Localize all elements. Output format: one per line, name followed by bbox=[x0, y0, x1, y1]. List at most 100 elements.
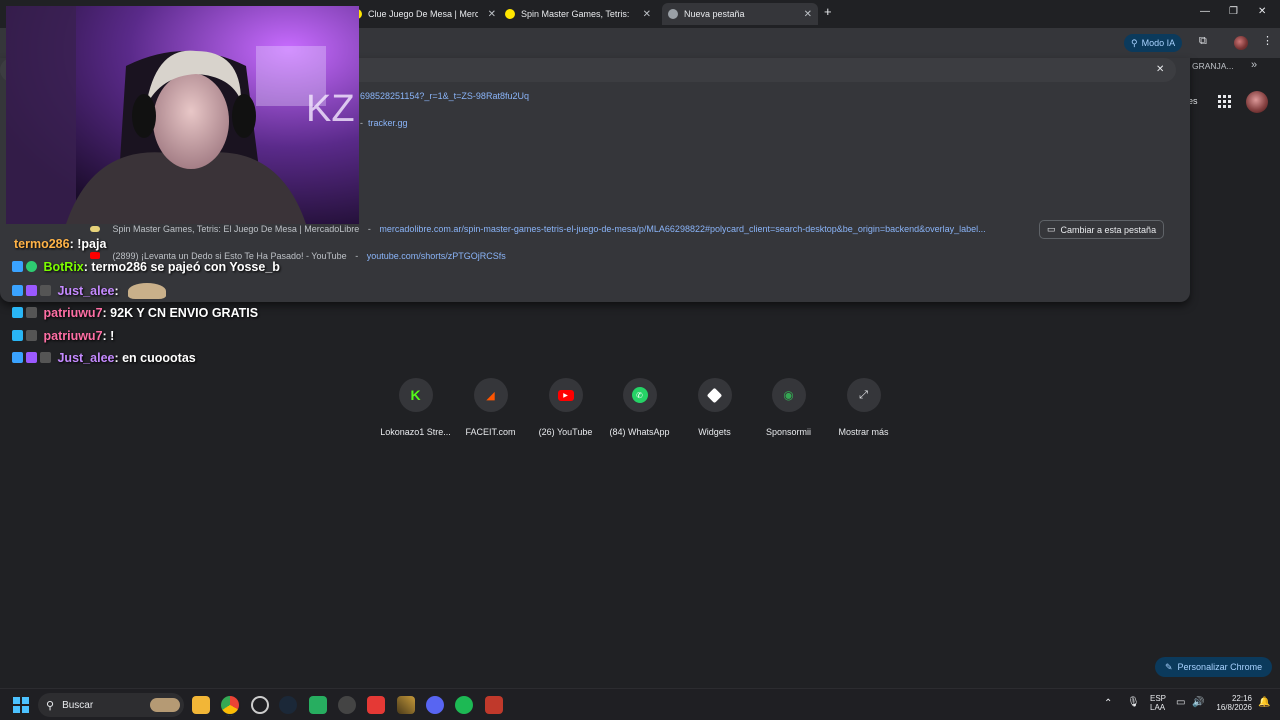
shortcut-label: Sponsormii bbox=[765, 427, 812, 437]
sheets-icon[interactable] bbox=[309, 696, 327, 714]
clear-icon[interactable]: ✕ bbox=[1156, 64, 1164, 75]
gamepad-badge-icon bbox=[26, 307, 37, 318]
search-placeholder: Buscar bbox=[62, 699, 94, 711]
shortcut-label: (26) YouTube bbox=[538, 427, 593, 437]
suggestion-1-url[interactable]: 698528251154?_r=1&_t=ZS-98Rat8fu2Uq bbox=[360, 91, 529, 101]
shortcut-youtube[interactable]: ▶ (26) YouTube bbox=[528, 378, 603, 437]
tab-spin-master[interactable]: Spin Master Games, Tetris: El Ju ✕ bbox=[505, 3, 657, 25]
maximize-icon[interactable]: ❐ bbox=[1229, 6, 1238, 17]
switch-to-tab-button[interactable]: ▭ Cambiar a esta pestaña bbox=[1039, 220, 1165, 239]
chat-text: : bbox=[114, 284, 119, 298]
shortcut-icon-wrap: ✆ bbox=[622, 378, 657, 412]
suggestion-3-url: mercadolibre.com.ar/spin-master-games-te… bbox=[379, 224, 986, 234]
suggestion-2-url: tracker.gg bbox=[368, 118, 408, 128]
new-tab-icon[interactable]: + bbox=[824, 4, 832, 19]
close-icon[interactable]: ✕ bbox=[488, 9, 496, 20]
taskbar-search[interactable]: ⚲ Buscar bbox=[38, 693, 184, 717]
file-explorer-icon[interactable] bbox=[192, 696, 210, 714]
taskbar: ⚲ Buscar ⌃ 🎙 ESP LAA ▭ 🔊 22:16 16/8/2026… bbox=[0, 688, 1280, 720]
steam-icon[interactable] bbox=[279, 696, 297, 714]
microphone-icon[interactable]: 🎙 bbox=[1127, 697, 1140, 708]
notification-icon[interactable]: 🔔 bbox=[1258, 697, 1270, 708]
red-app-icon[interactable] bbox=[485, 696, 503, 714]
mercadolibre-icon bbox=[505, 9, 515, 19]
customize-chrome-button[interactable]: ✎ Personalizar Chrome bbox=[1155, 657, 1273, 677]
layout-code: LAA bbox=[1150, 703, 1166, 712]
game-icon[interactable] bbox=[397, 696, 415, 714]
network-icon[interactable]: ▭ bbox=[1176, 697, 1185, 708]
gamepad-badge-icon bbox=[26, 330, 37, 341]
chrome-taskbar-icon[interactable] bbox=[221, 696, 239, 714]
bookmark-granja[interactable]: GRANJA... bbox=[1192, 61, 1234, 71]
separator: - bbox=[360, 118, 368, 128]
suggestion-2[interactable]: - tracker.gg bbox=[360, 118, 408, 128]
shortcut-label: (84) WhatsApp bbox=[609, 427, 670, 437]
clock-date: 16/8/2026 bbox=[1216, 703, 1252, 712]
kick-icon: K bbox=[410, 387, 421, 403]
obs-icon[interactable] bbox=[251, 696, 269, 714]
close-icon[interactable]: ✕ bbox=[643, 9, 651, 20]
chat-message: termo286: !paja bbox=[14, 237, 106, 251]
close-icon[interactable]: ✕ bbox=[804, 9, 812, 20]
shortcut-sponsormii[interactable]: ◉ Sponsormii bbox=[751, 378, 826, 437]
chat-username: BotRix bbox=[43, 260, 84, 274]
chat-username: Just_alee bbox=[57, 284, 115, 298]
chevron-right-icon[interactable]: » bbox=[1251, 59, 1257, 71]
spotify-icon[interactable] bbox=[455, 696, 473, 714]
modo-ia-button[interactable]: ⚲ Modo IA bbox=[1124, 34, 1183, 52]
faceit-icon: ◢ bbox=[486, 389, 495, 402]
sub-badge-icon bbox=[26, 352, 37, 363]
sponsormii-icon: ◉ bbox=[783, 388, 794, 402]
badge-icon bbox=[12, 352, 23, 363]
search-highlight-image bbox=[150, 698, 180, 712]
verified-badge-icon bbox=[26, 261, 37, 272]
shortcut-faceit[interactable]: ◢ FACEIT.com bbox=[453, 378, 528, 437]
chevron-up-icon[interactable]: ⌃ bbox=[1104, 698, 1112, 709]
chat-username: termo286 bbox=[14, 237, 70, 251]
chat-text: : en cuoootas bbox=[114, 351, 196, 365]
avatar[interactable] bbox=[1234, 36, 1248, 50]
widgets-icon bbox=[706, 387, 723, 403]
extensions-icon[interactable]: ⧉ bbox=[1199, 35, 1207, 48]
chat-message: BotRix: termo286 se pajeó con Yosse_b bbox=[12, 260, 280, 274]
expand-icon: ⤢ bbox=[859, 388, 868, 401]
tab-icon: ▭ bbox=[1047, 224, 1056, 234]
separator: - bbox=[367, 224, 371, 234]
chat-text: : !paja bbox=[69, 237, 107, 251]
app-icon[interactable] bbox=[338, 696, 356, 714]
tab-new-tab[interactable]: Nueva pestaña ✕ bbox=[662, 3, 818, 25]
profile-avatar[interactable] bbox=[1246, 91, 1268, 113]
chat-username: patriuwu7 bbox=[43, 306, 103, 320]
volume-icon[interactable]: 🔊 bbox=[1192, 697, 1204, 708]
language-indicator[interactable]: ESP LAA bbox=[1150, 694, 1166, 712]
pencil-icon: ✎ bbox=[1165, 661, 1173, 672]
shortcut-show-more[interactable]: ⤢ Mostrar más bbox=[826, 378, 901, 437]
shortcut-lokonazo[interactable]: K Lokonazo1 Stre... bbox=[378, 378, 453, 437]
separator: - bbox=[355, 251, 359, 261]
badge-icon bbox=[12, 261, 23, 272]
badge-icon bbox=[12, 285, 23, 296]
badge-icon bbox=[12, 330, 23, 341]
youtube-icon: ▶ bbox=[557, 389, 574, 401]
tab-title: Nueva pestaña bbox=[684, 9, 745, 19]
suggestion-3[interactable]: Spin Master Games, Tetris: El Juego De M… bbox=[90, 224, 986, 234]
minimize-icon[interactable]: — bbox=[1200, 6, 1210, 17]
streamlabs-icon[interactable] bbox=[367, 696, 385, 714]
windows-start-icon[interactable] bbox=[13, 697, 29, 713]
gamepad-badge-icon bbox=[40, 352, 51, 363]
shortcut-label: FACEIT.com bbox=[465, 427, 516, 437]
chat-message: Just_alee: en cuoootas bbox=[12, 351, 196, 365]
apps-grid-icon[interactable] bbox=[1218, 95, 1231, 108]
shortcut-label: Mostrar más bbox=[838, 427, 889, 437]
menu-icon[interactable]: ⋮ bbox=[1262, 34, 1273, 47]
sub-badge-icon bbox=[26, 285, 37, 296]
youtube-icon bbox=[90, 252, 100, 259]
discord-icon[interactable] bbox=[426, 696, 444, 714]
window-close-icon[interactable]: ✕ bbox=[1258, 6, 1266, 17]
shortcut-widgets[interactable]: Widgets bbox=[677, 378, 752, 437]
shortcut-icon-wrap: ◢ bbox=[473, 378, 508, 412]
clock[interactable]: 22:16 16/8/2026 bbox=[1214, 694, 1252, 712]
tab-title: Spin Master Games, Tetris: El Ju bbox=[521, 9, 631, 19]
tab-clue[interactable]: Clue Juego De Mesa | Mercado ✕ bbox=[352, 3, 502, 25]
shortcut-whatsapp[interactable]: ✆ (84) WhatsApp bbox=[602, 378, 677, 437]
